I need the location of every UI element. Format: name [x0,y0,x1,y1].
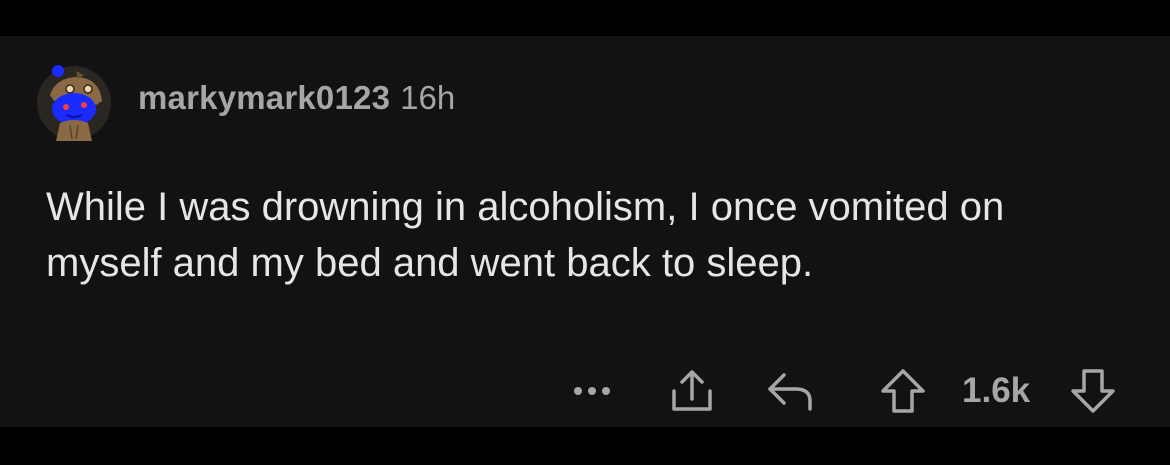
username[interactable]: markymark0123 [138,79,390,117]
snoo-avatar-icon [37,65,111,141]
reply-icon [768,373,812,411]
comment-header: markymark0123 16h [36,54,455,142]
timestamp: 16h [400,79,456,116]
downvote-button[interactable] [1066,366,1120,416]
upvote-arrow-icon [881,369,925,413]
score: 1.6k [962,371,1031,410]
comment-card: markymark0123 16h While I was drowning i… [0,36,1170,427]
share-icon [672,370,712,411]
downvote-arrow-icon [1071,369,1115,413]
comment-body: While I was drowning in alcoholism, I on… [46,185,1005,285]
more-button[interactable] [566,366,618,416]
reply-button[interactable] [764,366,818,416]
share-button[interactable] [666,366,718,416]
more-dots-icon [574,387,610,395]
avatar[interactable] [36,65,112,141]
upvote-button[interactable] [876,366,930,416]
comment-actions: 1.6k [0,366,1170,416]
